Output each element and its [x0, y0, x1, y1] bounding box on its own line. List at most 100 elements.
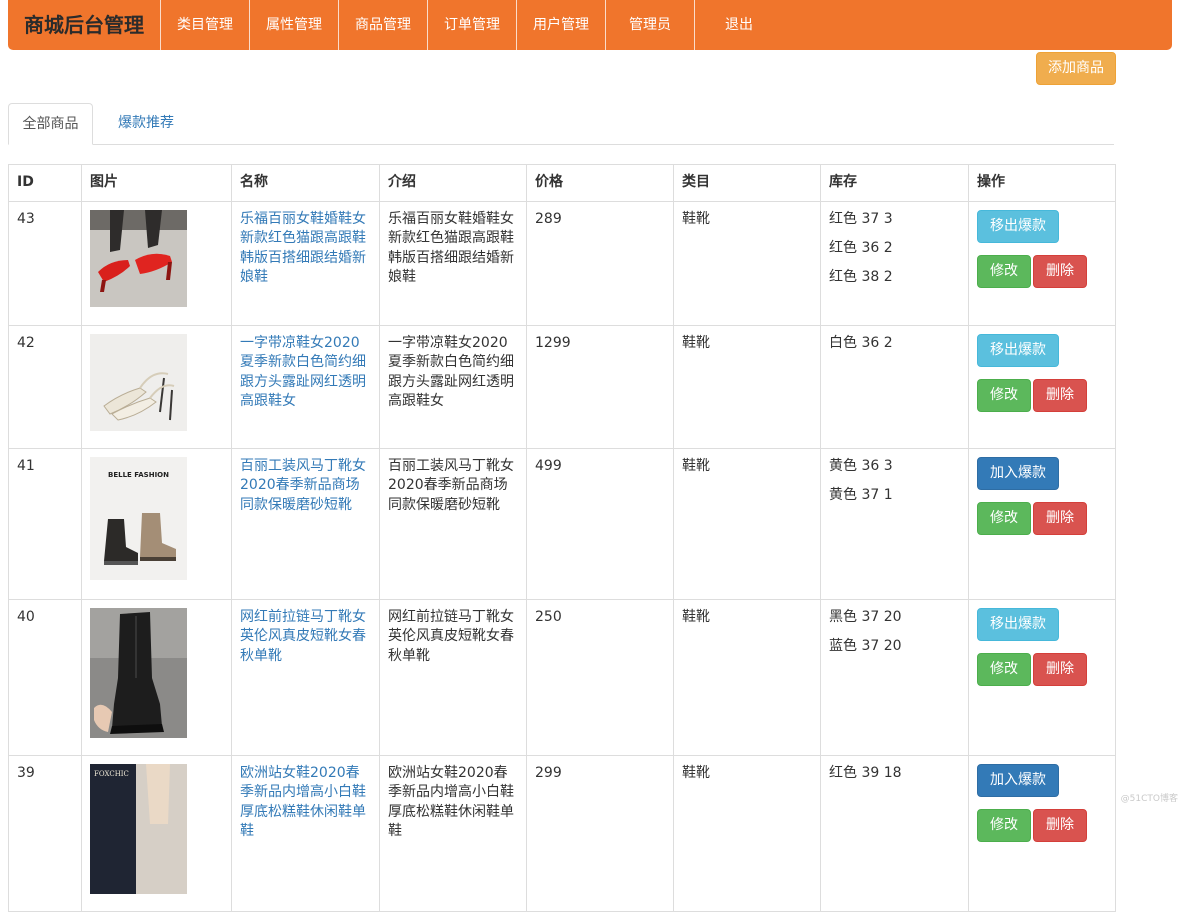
cell-actions: 移出爆款 修改 删除 — [968, 598, 1116, 756]
product-tabs: 全部商品 爆款推荐 — [8, 103, 1114, 145]
remove-hot-button[interactable]: 移出爆款 — [977, 209, 1059, 243]
cell-category: 鞋靴 — [673, 598, 821, 756]
nav-user-management[interactable]: 用户管理 — [516, 0, 605, 50]
edit-button[interactable]: 修改 — [977, 254, 1031, 288]
cell-actions: 加入爆款 修改 删除 — [968, 447, 1116, 600]
delete-button[interactable]: 删除 — [1033, 501, 1087, 535]
tab-hot-recommend[interactable]: 爆款推荐 — [102, 103, 190, 143]
product-image-black-boots — [90, 607, 187, 738]
product-name-link[interactable]: 欧洲站女鞋2020春季新品内增高小白鞋厚底松糕鞋休闲鞋单鞋 — [240, 765, 366, 840]
cell-id: 43 — [8, 200, 82, 326]
stock-entry: 白色 36 2 — [829, 334, 893, 351]
product-image-martin-boots: BELLE FASHION — [90, 456, 187, 580]
cell-price: 299 — [526, 754, 674, 912]
cell-intro: 网红前拉链马丁靴女英伦风真皮短靴女春秋单靴 — [379, 598, 527, 756]
cell-actions: 移出爆款 修改 删除 — [968, 200, 1116, 326]
product-name-link[interactable]: 百丽工装风马丁靴女2020春季新品商场同款保暖磨砂短靴 — [240, 458, 366, 513]
header-intro: 介绍 — [379, 164, 527, 202]
cell-name: 百丽工装风马丁靴女2020春季新品商场同款保暖磨砂短靴 — [231, 447, 380, 600]
table-row: 39 FOXCHIC 欧洲站女鞋2020春季新品内增高小白鞋厚底松糕鞋休闲鞋单鞋… — [8, 754, 1116, 912]
product-table: ID 图片 名称 介绍 价格 类目 库存 操作 43 乐福百丽女鞋婚鞋女新款红色… — [8, 164, 1116, 912]
cell-image: BELLE FASHION — [81, 447, 232, 600]
nav-admin[interactable]: 管理员 — [605, 0, 694, 50]
remove-hot-button[interactable]: 移出爆款 — [977, 333, 1059, 367]
nav-order-management[interactable]: 订单管理 — [427, 0, 516, 50]
stock-entry: 红色 39 18 — [829, 764, 902, 781]
image-logo-text: FOXCHIC — [94, 770, 129, 778]
cell-category: 鞋靴 — [673, 754, 821, 912]
top-navbar: 商城后台管理 类目管理 属性管理 商品管理 订单管理 用户管理 管理员 退出 — [8, 0, 1172, 50]
image-logo-text: BELLE FASHION — [108, 471, 169, 479]
delete-button[interactable]: 删除 — [1033, 652, 1087, 686]
cell-price: 250 — [526, 598, 674, 756]
brand-title: 商城后台管理 — [24, 13, 144, 37]
delete-button[interactable]: 删除 — [1033, 808, 1087, 842]
delete-button[interactable]: 删除 — [1033, 254, 1087, 288]
edit-button[interactable]: 修改 — [977, 808, 1031, 842]
stock-entry: 红色 36 2 — [829, 239, 893, 256]
cell-name: 网红前拉链马丁靴女英伦风真皮短靴女春秋单靴 — [231, 598, 380, 756]
header-name: 名称 — [231, 164, 380, 202]
header-actions: 操作 — [968, 164, 1116, 202]
stock-entry: 黄色 37 1 — [829, 486, 893, 503]
product-image-red-heels — [90, 209, 187, 307]
cell-name: 乐福百丽女鞋婚鞋女新款红色猫跟高跟鞋韩版百搭细跟结婚新娘鞋 — [231, 200, 380, 326]
header-image: 图片 — [81, 164, 232, 202]
edit-button[interactable]: 修改 — [977, 652, 1031, 686]
table-header-row: ID 图片 名称 介绍 价格 类目 库存 操作 — [8, 164, 1116, 202]
nav-product-management[interactable]: 商品管理 — [338, 0, 427, 50]
edit-button[interactable]: 修改 — [977, 501, 1031, 535]
cell-stock: 白色 36 2 — [820, 324, 969, 449]
add-hot-button[interactable]: 加入爆款 — [977, 456, 1059, 490]
cell-category: 鞋靴 — [673, 200, 821, 326]
product-image-white-sneakers: FOXCHIC — [90, 763, 187, 894]
header-id: ID — [8, 164, 82, 202]
cell-id: 42 — [8, 324, 82, 449]
cell-stock: 黑色 37 20 蓝色 37 20 — [820, 598, 969, 756]
nav-logout[interactable]: 退出 — [694, 0, 783, 50]
table-row: 43 乐福百丽女鞋婚鞋女新款红色猫跟高跟鞋韩版百搭细跟结婚新娘鞋 乐福百丽女鞋婚… — [8, 200, 1116, 326]
stock-entry: 蓝色 37 20 — [829, 637, 902, 654]
add-hot-button[interactable]: 加入爆款 — [977, 763, 1059, 797]
stock-entry: 黄色 36 3 — [829, 457, 893, 474]
cell-name: 欧洲站女鞋2020春季新品内增高小白鞋厚底松糕鞋休闲鞋单鞋 — [231, 754, 380, 912]
cell-id: 39 — [8, 754, 82, 912]
product-name-link[interactable]: 网红前拉链马丁靴女英伦风真皮短靴女春秋单靴 — [240, 609, 366, 664]
product-image-white-sandals — [90, 333, 187, 431]
stock-entry: 黑色 37 20 — [829, 608, 902, 625]
cell-image — [81, 324, 232, 449]
stock-entry: 红色 38 2 — [829, 268, 893, 285]
header-price: 价格 — [526, 164, 674, 202]
cell-id: 40 — [8, 598, 82, 756]
cell-intro: 一字带凉鞋女2020夏季新款白色简约细跟方头露趾网红透明高跟鞋女 — [379, 324, 527, 449]
remove-hot-button[interactable]: 移出爆款 — [977, 607, 1059, 641]
cell-image: FOXCHIC — [81, 754, 232, 912]
cell-image — [81, 598, 232, 756]
cell-price: 499 — [526, 447, 674, 600]
cell-category: 鞋靴 — [673, 447, 821, 600]
cell-intro: 百丽工装风马丁靴女2020春季新品商场同款保暖磨砂短靴 — [379, 447, 527, 600]
cell-price: 1299 — [526, 324, 674, 449]
cell-actions: 加入爆款 修改 删除 — [968, 754, 1116, 912]
tab-all-products[interactable]: 全部商品 — [8, 103, 93, 145]
cell-id: 41 — [8, 447, 82, 600]
edit-button[interactable]: 修改 — [977, 378, 1031, 412]
cell-price: 289 — [526, 200, 674, 326]
cell-stock: 红色 37 3 红色 36 2 红色 38 2 — [820, 200, 969, 326]
stock-entry: 红色 37 3 — [829, 210, 893, 227]
nav-attribute-management[interactable]: 属性管理 — [249, 0, 338, 50]
product-name-link[interactable]: 一字带凉鞋女2020夏季新款白色简约细跟方头露趾网红透明高跟鞋女 — [240, 335, 366, 410]
cell-intro: 欧洲站女鞋2020春季新品内增高小白鞋厚底松糕鞋休闲鞋单鞋 — [379, 754, 527, 912]
table-row: 41 BELLE FASHION 百丽工装风马丁靴女2020春季新品商场同款保暖… — [8, 447, 1116, 600]
cell-name: 一字带凉鞋女2020夏季新款白色简约细跟方头露趾网红透明高跟鞋女 — [231, 324, 380, 449]
delete-button[interactable]: 删除 — [1033, 378, 1087, 412]
cell-category: 鞋靴 — [673, 324, 821, 449]
add-product-button[interactable]: 添加商品 — [1036, 52, 1116, 85]
table-row: 42 一字带凉鞋女2020夏季新款白色简约细跟方头露趾网红透明高跟鞋女 一字带凉… — [8, 324, 1116, 449]
cell-image — [81, 200, 232, 326]
cell-stock: 红色 39 18 — [820, 754, 969, 912]
product-name-link[interactable]: 乐福百丽女鞋婚鞋女新款红色猫跟高跟鞋韩版百搭细跟结婚新娘鞋 — [240, 211, 366, 286]
header-stock: 库存 — [820, 164, 969, 202]
table-row: 40 网红前拉链马丁靴女英伦风真皮短靴女春秋单靴 网红前拉链马丁靴女英伦风真皮短… — [8, 598, 1116, 756]
nav-category-management[interactable]: 类目管理 — [160, 0, 249, 50]
